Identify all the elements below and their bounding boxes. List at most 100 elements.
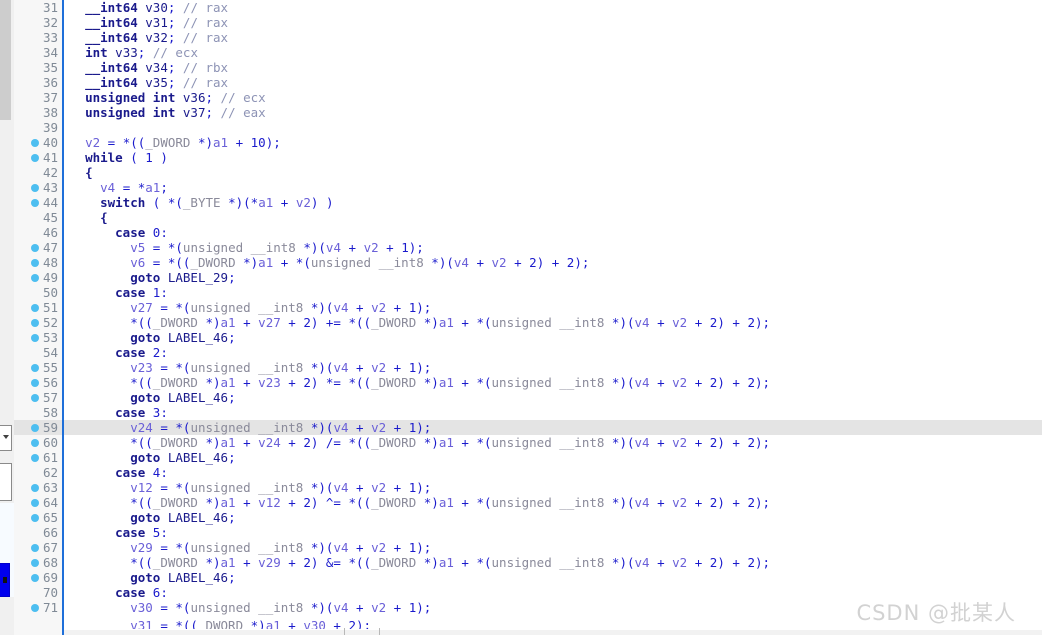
code-text[interactable]: case 2:	[64, 345, 1042, 360]
code-text[interactable]: v23 = *(unsigned __int8 *)(v4 + v2 + 1);	[64, 360, 1042, 375]
line-number[interactable]: 41	[14, 150, 62, 165]
line-number[interactable]: 54	[14, 345, 62, 360]
breakpoint-dot-icon[interactable]	[31, 199, 39, 207]
code-line[interactable]: 44 switch ( *(_BYTE *)(*a1 + v2) )	[14, 195, 1042, 210]
code-text[interactable]: *((_DWORD *)a1 + v12 + 2) ^= *((_DWORD *…	[64, 495, 1042, 510]
left-panel-textbox[interactable]	[0, 463, 12, 501]
code-line[interactable]: 67 v29 = *(unsigned __int8 *)(v4 + v2 + …	[14, 540, 1042, 555]
code-line[interactable]: 49 goto LABEL_29;	[14, 270, 1042, 285]
line-number[interactable]: 53	[14, 330, 62, 345]
code-text[interactable]: goto LABEL_46;	[64, 510, 1042, 525]
line-number[interactable]: 59	[14, 420, 62, 435]
code-text[interactable]: v2 = *((_DWORD *)a1 + 10);	[64, 135, 1042, 150]
line-number[interactable]: 63	[14, 480, 62, 495]
code-line[interactable]: 60 *((_DWORD *)a1 + v24 + 2) /= *((_DWOR…	[14, 435, 1042, 450]
code-line[interactable]: 32 __int64 v31; // rax	[14, 15, 1042, 30]
code-text[interactable]: __int64 v35; // rax	[64, 75, 1042, 90]
code-line[interactable]: 43 v4 = *a1;	[14, 180, 1042, 195]
code-text[interactable]: case 0:	[64, 225, 1042, 240]
code-line[interactable]: 34 int v33; // ecx	[14, 45, 1042, 60]
code-line[interactable]: 54 case 2:	[14, 345, 1042, 360]
code-line[interactable]: 51 v27 = *(unsigned __int8 *)(v4 + v2 + …	[14, 300, 1042, 315]
code-line[interactable]: 36 __int64 v35; // rax	[14, 75, 1042, 90]
line-number[interactable]: 42	[14, 165, 62, 180]
line-number[interactable]: 39	[14, 120, 62, 135]
code-line[interactable]: 55 v23 = *(unsigned __int8 *)(v4 + v2 + …	[14, 360, 1042, 375]
line-number[interactable]: 46	[14, 225, 62, 240]
code-line[interactable]: 56 *((_DWORD *)a1 + v23 + 2) *= *((_DWOR…	[14, 375, 1042, 390]
line-number[interactable]: 56	[14, 375, 62, 390]
code-text[interactable]	[64, 120, 1042, 135]
line-number[interactable]: 70	[14, 585, 62, 600]
code-text[interactable]: case 5:	[64, 525, 1042, 540]
line-number[interactable]: 37	[14, 90, 62, 105]
code-line[interactable]: 53 goto LABEL_46;	[14, 330, 1042, 345]
dropdown-combobox[interactable]	[0, 425, 12, 451]
breakpoint-dot-icon[interactable]	[31, 364, 39, 372]
line-number[interactable]: 51	[14, 300, 62, 315]
breakpoint-dot-icon[interactable]	[31, 544, 39, 552]
breakpoint-dot-icon[interactable]	[31, 604, 39, 612]
breakpoint-dot-icon[interactable]	[31, 259, 39, 267]
code-text[interactable]: v5 = *(unsigned __int8 *)(v4 + v2 + 1);	[64, 240, 1042, 255]
code-text[interactable]: goto LABEL_46;	[64, 330, 1042, 345]
code-text[interactable]: goto LABEL_29;	[64, 270, 1042, 285]
line-number[interactable]: 60	[14, 435, 62, 450]
code-text[interactable]: goto LABEL_46;	[64, 450, 1042, 465]
code-line[interactable]: 42 {	[14, 165, 1042, 180]
line-number[interactable]: 43	[14, 180, 62, 195]
line-number[interactable]: 47	[14, 240, 62, 255]
code-text[interactable]: v29 = *(unsigned __int8 *)(v4 + v2 + 1);	[64, 540, 1042, 555]
line-number[interactable]: 49	[14, 270, 62, 285]
breakpoint-dot-icon[interactable]	[31, 454, 39, 462]
breakpoint-dot-icon[interactable]	[31, 574, 39, 582]
code-text[interactable]: while ( 1 )	[64, 150, 1042, 165]
code-line[interactable]: 37 unsigned int v36; // ecx	[14, 90, 1042, 105]
breakpoint-dot-icon[interactable]	[31, 394, 39, 402]
code-line[interactable]: 48 v6 = *((_DWORD *)a1 + *(unsigned __in…	[14, 255, 1042, 270]
code-text[interactable]: int v33; // ecx	[64, 45, 1042, 60]
line-number[interactable]: 35	[14, 60, 62, 75]
breakpoint-dot-icon[interactable]	[31, 139, 39, 147]
code-line[interactable]: 31 __int64 v30; // rax	[14, 0, 1042, 15]
code-text[interactable]: *((_DWORD *)a1 + v29 + 2) &= *((_DWORD *…	[64, 555, 1042, 570]
line-number[interactable]: 55	[14, 360, 62, 375]
line-number[interactable]: 71	[14, 600, 62, 615]
code-text[interactable]: v6 = *((_DWORD *)a1 + *(unsigned __int8 …	[64, 255, 1042, 270]
code-line[interactable]: 57 goto LABEL_46;	[14, 390, 1042, 405]
code-text[interactable]: switch ( *(_BYTE *)(*a1 + v2) )	[64, 195, 1042, 210]
code-text[interactable]: v4 = *a1;	[64, 180, 1042, 195]
code-text[interactable]: *((_DWORD *)a1 + v23 + 2) *= *((_DWORD *…	[64, 375, 1042, 390]
code-line[interactable]: 64 *((_DWORD *)a1 + v12 + 2) ^= *((_DWOR…	[14, 495, 1042, 510]
code-text[interactable]: goto LABEL_46;	[64, 390, 1042, 405]
line-number[interactable]: 62	[14, 465, 62, 480]
code-text[interactable]: unsigned int v37; // eax	[64, 105, 1042, 120]
code-line[interactable]: 59 v24 = *(unsigned __int8 *)(v4 + v2 + …	[14, 420, 1042, 435]
code-line[interactable]: 41 while ( 1 )	[14, 150, 1042, 165]
breakpoint-dot-icon[interactable]	[31, 244, 39, 252]
code-line[interactable]: 46 case 0:	[14, 225, 1042, 240]
breakpoint-dot-icon[interactable]	[31, 304, 39, 312]
line-number[interactable]: 38	[14, 105, 62, 120]
code-text[interactable]: __int64 v30; // rax	[64, 0, 1042, 15]
breakpoint-dot-icon[interactable]	[31, 514, 39, 522]
line-number[interactable]: 45	[14, 210, 62, 225]
breakpoint-dot-icon[interactable]	[31, 439, 39, 447]
line-number[interactable]: 48	[14, 255, 62, 270]
breakpoint-dot-icon[interactable]	[31, 319, 39, 327]
breakpoint-dot-icon[interactable]	[31, 424, 39, 432]
line-number[interactable]: 36	[14, 75, 62, 90]
code-text[interactable]: v12 = *(unsigned __int8 *)(v4 + v2 + 1);	[64, 480, 1042, 495]
code-line[interactable]: 63 v12 = *(unsigned __int8 *)(v4 + v2 + …	[14, 480, 1042, 495]
pseudocode-editor[interactable]: 31 __int64 v30; // rax 32 __int64 v31; //…	[14, 0, 1042, 635]
code-line[interactable]: 61 goto LABEL_46;	[14, 450, 1042, 465]
line-number[interactable]: 32	[14, 15, 62, 30]
line-number[interactable]: 66	[14, 525, 62, 540]
line-number[interactable]: 52	[14, 315, 62, 330]
selected-list-item[interactable]	[0, 563, 10, 597]
code-text[interactable]: case 4:	[64, 465, 1042, 480]
code-text[interactable]: v27 = *(unsigned __int8 *)(v4 + v2 + 1);	[64, 300, 1042, 315]
code-line[interactable]: 69 goto LABEL_46;	[14, 570, 1042, 585]
code-line[interactable]: 40 v2 = *((_DWORD *)a1 + 10);	[14, 135, 1042, 150]
code-line[interactable]: 47 v5 = *(unsigned __int8 *)(v4 + v2 + 1…	[14, 240, 1042, 255]
